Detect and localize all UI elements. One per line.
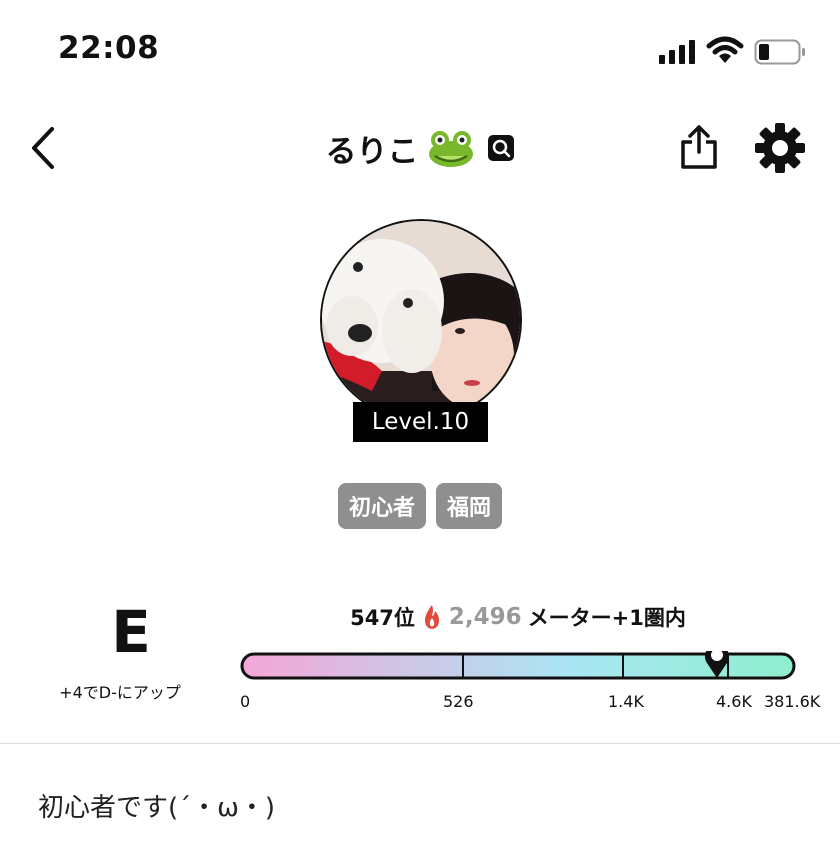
avatar-photo <box>322 221 520 419</box>
avatar[interactable] <box>320 219 522 421</box>
tag-beginner[interactable]: 初心者 <box>337 483 426 529</box>
meter-tick-label: 4.6K <box>716 692 752 711</box>
meter-tick-label: 526 <box>443 692 474 711</box>
gear-icon[interactable] <box>754 122 806 174</box>
share-icon[interactable] <box>678 124 720 170</box>
profile-tags: 初心者 福岡 <box>0 483 840 529</box>
rank-grade: E <box>111 598 151 666</box>
flame-icon <box>424 605 439 629</box>
profile-name: るりこ <box>325 133 419 170</box>
rank-points: 2,496 <box>448 604 522 630</box>
search-badge-icon <box>487 135 514 161</box>
cellular-signal-icon <box>659 40 695 64</box>
rank-summary: 547位 2,496 メーター+1圏内 <box>240 602 796 632</box>
level-badge: Level.10 <box>353 402 488 442</box>
battery-icon <box>754 39 805 65</box>
wifi-icon <box>706 36 744 63</box>
tag-location[interactable]: 福岡 <box>436 483 503 529</box>
meter-tick-label: 1.4K <box>608 692 644 711</box>
rank-position: 547位 <box>350 606 415 630</box>
rank-extra: メーター+1圏内 <box>527 606 686 630</box>
frog-emoji-icon <box>428 131 473 167</box>
rank-meter <box>240 651 796 680</box>
grade-up-note: +4でD-にアップ <box>59 683 181 702</box>
section-divider <box>0 743 840 744</box>
meter-tick-label: 381.6K <box>764 692 821 711</box>
status-time: 22:08 <box>58 30 160 66</box>
meter-tick-label: 0 <box>240 692 251 711</box>
profile-bio: 初心者です(´・ω・) <box>38 793 276 823</box>
